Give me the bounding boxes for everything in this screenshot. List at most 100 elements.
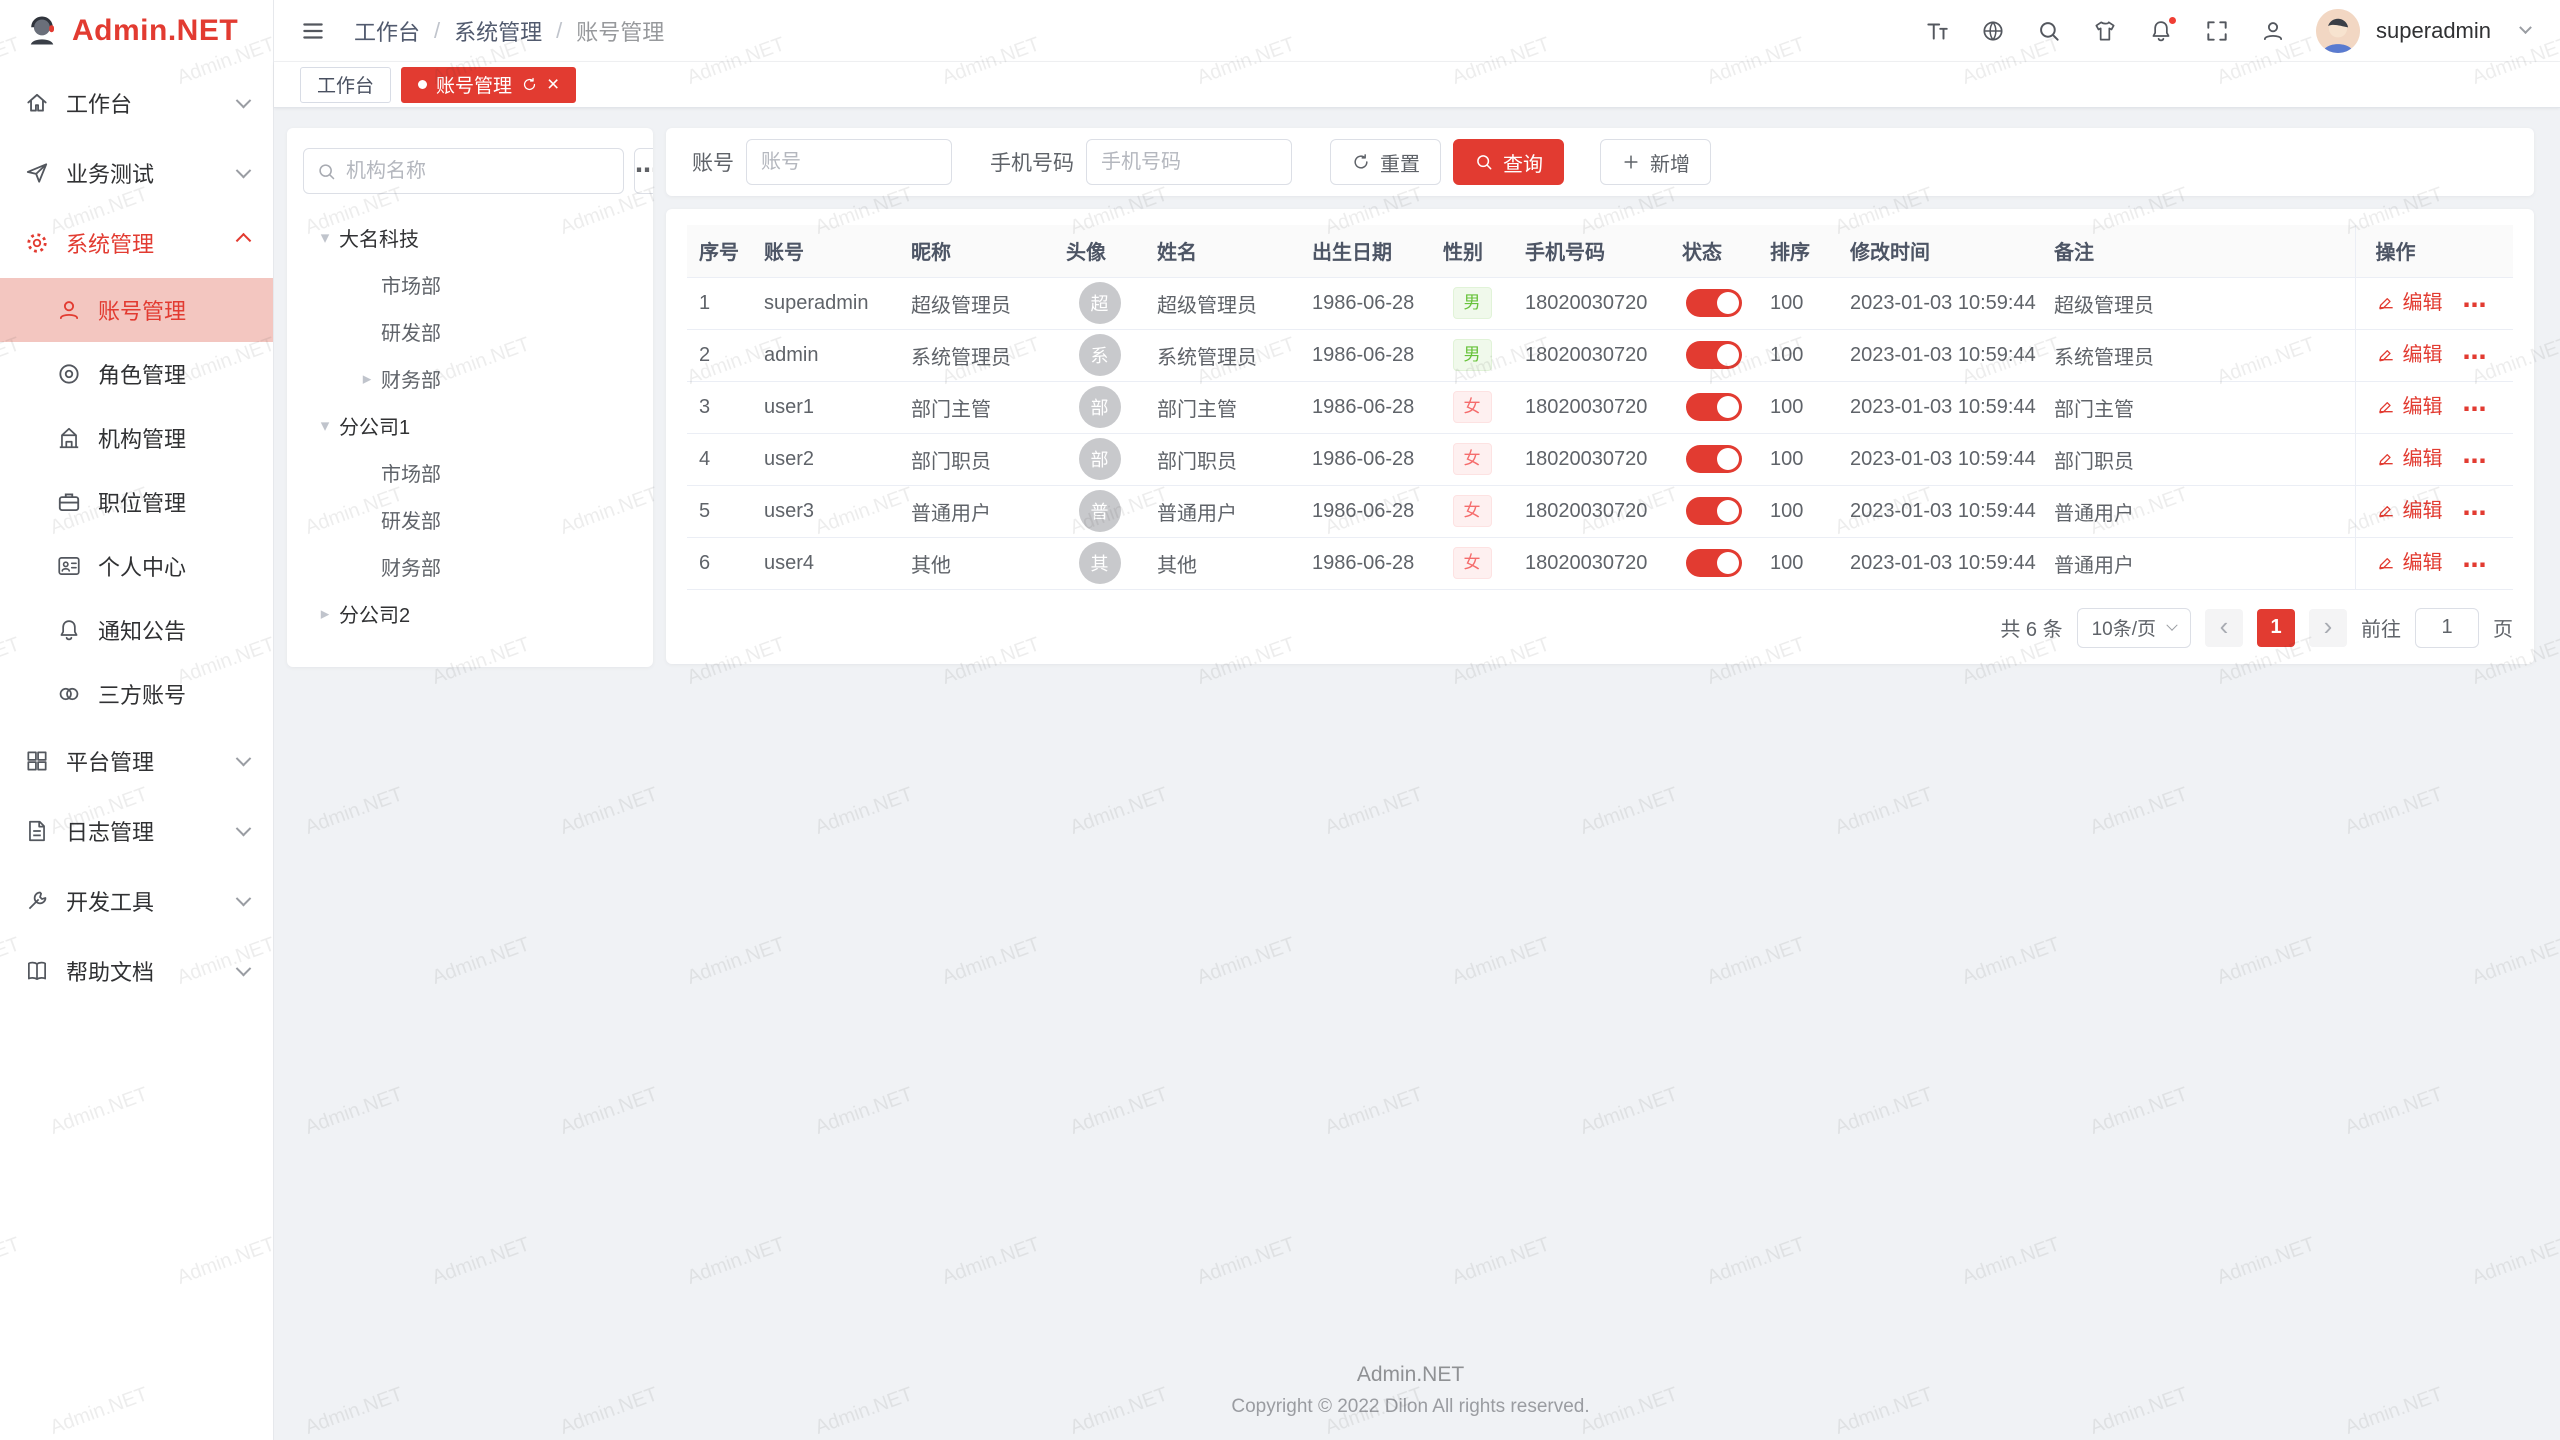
caret-right-icon[interactable]: ▸ — [311, 604, 339, 624]
tree-node[interactable]: ▾分公司1 — [303, 402, 637, 449]
more-actions-icon[interactable]: ⋯ — [2463, 344, 2487, 371]
sidebar-item-log-management[interactable]: 日志管理 — [0, 796, 273, 866]
edit-button-label: 编辑 — [2403, 286, 2443, 315]
sidebar-item-label: 日志管理 — [66, 815, 238, 847]
close-icon[interactable]: × — [547, 74, 559, 95]
more-actions-icon[interactable]: ⋯ — [2463, 500, 2487, 527]
accounts-table: 序号 账号 昵称 头像 姓名 出生日期 性别 手机号码 状态 排序 — [687, 225, 2513, 590]
search-button[interactable]: 查询 — [1453, 139, 1564, 185]
sidebar-item-org-management[interactable]: 机构管理 — [0, 406, 273, 470]
pagination: 共 6 条 10条/页 ‹ 1 › 前往 页 — [687, 608, 2513, 648]
sidebar-item-profile-center[interactable]: 个人中心 — [0, 534, 273, 598]
goto-page-input[interactable] — [2415, 608, 2479, 648]
edit-button[interactable]: 编辑 — [2376, 546, 2443, 575]
cell-index: 6 — [687, 537, 752, 589]
status-toggle[interactable] — [1686, 341, 1742, 369]
sidebar-item-label: 角色管理 — [98, 358, 273, 390]
app-logo[interactable]: Admin.NET — [0, 0, 273, 62]
cell-status — [1670, 433, 1758, 485]
chevron-down-icon — [236, 92, 252, 108]
sidebar-item-label: 系统管理 — [66, 227, 238, 259]
sidebar-item-account-management[interactable]: 账号管理 — [0, 278, 273, 342]
cell-status — [1670, 485, 1758, 537]
tree-node[interactable]: 市场部 — [303, 449, 637, 496]
gender-tag: 女 — [1453, 547, 1492, 579]
next-page-button[interactable]: › — [2309, 609, 2347, 647]
reset-button[interactable]: 重置 — [1330, 139, 1441, 185]
more-actions-icon[interactable]: ⋯ — [2463, 552, 2487, 579]
more-actions-icon[interactable]: ⋯ — [2463, 448, 2487, 475]
tab-workbench[interactable]: 工作台 — [300, 67, 391, 103]
sidebar-menu: 工作台业务测试系统管理账号管理角色管理机构管理职位管理个人中心通知公告三方账号平… — [0, 62, 273, 1440]
org-search-input[interactable] — [346, 160, 611, 183]
page-size-select[interactable]: 10条/页 — [2077, 608, 2191, 648]
tree-node[interactable]: 财务部 — [303, 543, 637, 590]
prev-page-button[interactable]: ‹ — [2205, 609, 2243, 647]
more-actions-icon[interactable]: ⋯ — [2463, 396, 2487, 423]
status-toggle[interactable] — [1686, 393, 1742, 421]
cell-birth: 1986-06-28 — [1300, 381, 1431, 433]
sidebar-item-role-management[interactable]: 角色管理 — [0, 342, 273, 406]
sidebar-item-business-test[interactable]: 业务测试 — [0, 138, 273, 208]
chevron-down-icon[interactable] — [2519, 21, 2532, 34]
sidebar-item-workbench[interactable]: 工作台 — [0, 68, 273, 138]
caret-right-icon[interactable]: ▸ — [353, 369, 381, 389]
more-actions-icon[interactable]: ⋯ — [2463, 292, 2487, 319]
breadcrumb-item-system-management[interactable]: 系统管理 — [454, 15, 542, 47]
globe-icon[interactable] — [1980, 18, 2006, 44]
status-toggle[interactable] — [1686, 445, 1742, 473]
tree-node[interactable]: 市场部 — [303, 261, 637, 308]
col-phone: 手机号码 — [1513, 225, 1670, 277]
breadcrumb-item-workbench[interactable]: 工作台 — [354, 15, 420, 47]
status-toggle[interactable] — [1686, 497, 1742, 525]
more-options-button[interactable]: ⋯ — [634, 148, 653, 194]
cell-phone: 18020030720 — [1513, 537, 1670, 589]
tree-node[interactable]: 研发部 — [303, 496, 637, 543]
user-icon[interactable] — [2260, 18, 2286, 44]
edit-button[interactable]: 编辑 — [2376, 286, 2443, 315]
cell-remark: 部门职员 — [2042, 433, 2355, 485]
tree-node[interactable]: ▸分公司2 — [303, 590, 637, 637]
theme-icon[interactable] — [2092, 18, 2118, 44]
tree-node[interactable]: 研发部 — [303, 308, 637, 355]
sidebar-item-help-docs[interactable]: 帮助文档 — [0, 936, 273, 1006]
edit-button[interactable]: 编辑 — [2376, 338, 2443, 367]
tab-account-management[interactable]: 账号管理 × — [401, 67, 576, 103]
sidebar-item-position-management[interactable]: 职位管理 — [0, 470, 273, 534]
tab-label: 工作台 — [317, 71, 374, 98]
bell-icon[interactable] — [2148, 18, 2174, 44]
sidebar-item-dev-tools[interactable]: 开发工具 — [0, 866, 273, 936]
sidebar-item-system-management[interactable]: 系统管理 — [0, 208, 273, 278]
cell-birth: 1986-06-28 — [1300, 537, 1431, 589]
edit-button[interactable]: 编辑 — [2376, 390, 2443, 419]
tree-node[interactable]: ▾大名科技 — [303, 214, 637, 261]
refresh-icon[interactable] — [521, 76, 538, 93]
add-button[interactable]: 新增 — [1600, 139, 1711, 185]
sidebar-item-third-party-account[interactable]: 三方账号 — [0, 662, 273, 726]
username[interactable]: superadmin — [2376, 18, 2491, 44]
caret-down-icon[interactable]: ▾ — [311, 228, 339, 248]
edit-button[interactable]: 编辑 — [2376, 494, 2443, 523]
edit-button[interactable]: 编辑 — [2376, 442, 2443, 471]
avatar[interactable] — [2316, 9, 2360, 53]
cell-status — [1670, 277, 1758, 329]
status-toggle[interactable] — [1686, 289, 1742, 317]
table-header-row: 序号 账号 昵称 头像 姓名 出生日期 性别 手机号码 状态 排序 — [687, 225, 2513, 277]
search-icon[interactable] — [2036, 18, 2062, 44]
caret-down-icon[interactable]: ▾ — [311, 416, 339, 436]
account-filter-input[interactable] — [746, 139, 952, 185]
phone-filter-input[interactable] — [1086, 139, 1292, 185]
sidebar-item-platform-management[interactable]: 平台管理 — [0, 726, 273, 796]
font-size-icon[interactable] — [1924, 18, 1950, 44]
chevron-right-icon: › — [2324, 613, 2333, 639]
search-icon — [316, 161, 337, 182]
hamburger-menu-icon[interactable] — [300, 18, 326, 44]
page-number-button[interactable]: 1 — [2257, 609, 2295, 647]
fullscreen-icon[interactable] — [2204, 18, 2230, 44]
edit-button-label: 编辑 — [2403, 494, 2443, 523]
active-tab-dot — [418, 80, 427, 89]
sidebar-item-notice-announcement[interactable]: 通知公告 — [0, 598, 273, 662]
app-logo-text: Admin.NET — [72, 14, 238, 48]
status-toggle[interactable] — [1686, 549, 1742, 577]
tree-node[interactable]: ▸财务部 — [303, 355, 637, 402]
